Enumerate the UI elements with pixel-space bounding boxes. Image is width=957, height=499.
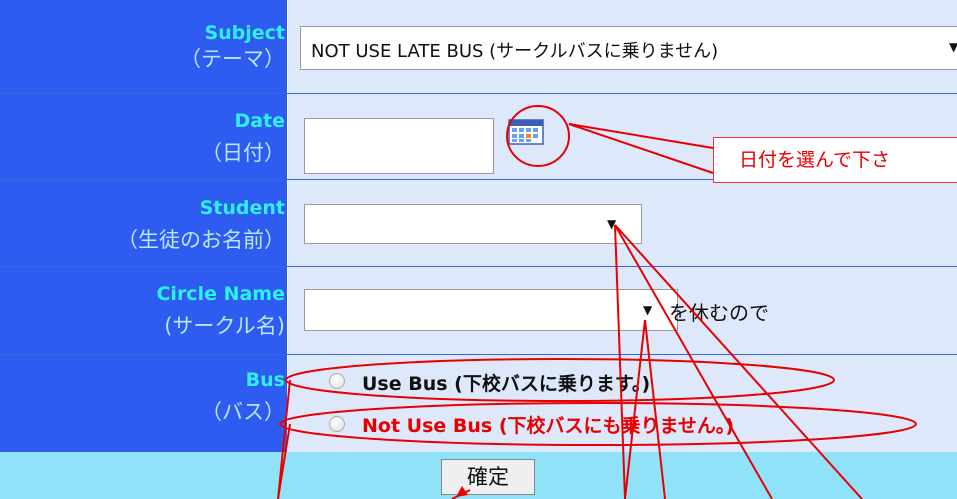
use-bus-highlight-ellipse xyxy=(285,358,835,402)
not-use-bus-highlight-ellipse xyxy=(279,402,917,446)
calendar-highlight-circle xyxy=(506,105,570,167)
annotation-overlay xyxy=(277,105,917,499)
